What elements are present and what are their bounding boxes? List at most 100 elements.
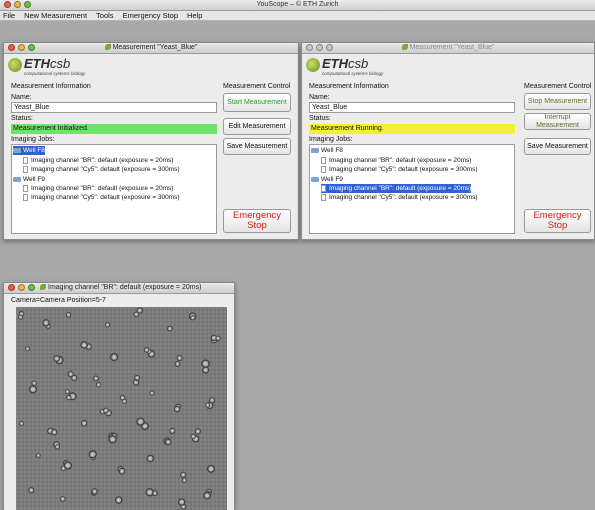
interrupt-measurement-button[interactable]: Interrupt Measurement [524,113,591,130]
logo-brand: ETHcsb [24,56,70,71]
yeast-cell [204,402,211,408]
name-field[interactable]: Yeast_Blue [11,102,217,113]
tree-well-f8[interactable]: Well F8 [311,146,343,155]
yeast-cell [42,319,50,327]
yeast-cell [31,380,37,387]
tree-job[interactable]: Imaging channel "BR": default (exposure … [321,156,471,165]
yeast-cell [25,346,31,352]
yeast-cell [206,464,216,474]
save-measurement-button[interactable]: Save Measurement [223,138,291,155]
job-label: Imaging channel "BR": default (exposure … [31,157,174,164]
job-label: Imaging channel "BR": default (exposure … [329,185,472,192]
well-label: Well F8 [23,147,45,154]
yeast-cell [109,352,119,362]
job-label: Imaging channel "Cy5": default (exposure… [31,166,180,173]
zoom-icon[interactable] [28,284,35,291]
tree-job[interactable]: Imaging channel "Cy5": default (exposure… [321,193,478,202]
yeast-cell [190,315,196,321]
yeast-cell [177,498,186,506]
yeast-cell [173,405,181,413]
yeast-cell [18,420,25,426]
menu-bar: File New Measurement Tools Emergency Sto… [0,11,595,21]
yeast-cell [164,438,172,446]
close-icon[interactable] [8,284,15,291]
yeast-cell [92,375,100,382]
start-measurement-button[interactable]: Start Measurement [223,93,291,112]
window-title-wrap: Measurement "Yeast_Blue" [302,44,594,51]
leaf-icon [40,284,46,290]
folder-icon [13,176,21,182]
tree-job[interactable]: Imaging channel "Cy5": default (exposure… [23,165,180,174]
yeast-cell [80,340,89,349]
file-icon [23,193,28,201]
menu-tools[interactable]: Tools [96,11,114,20]
logo-ball-icon [306,58,320,72]
yeast-cell [28,385,38,394]
window-title: Measurement "Yeast_Blue" [112,44,198,51]
name-label: Name: [11,94,32,101]
tree-job[interactable]: Imaging channel "BR": default (exposure … [23,156,173,165]
minimize-icon[interactable] [18,284,25,291]
yeast-cell [176,354,183,362]
menu-file[interactable]: File [3,11,15,20]
yeast-cell [174,360,181,367]
menu-emergency-stop[interactable]: Emergency Stop [123,11,178,20]
logo-brand-eth: ETH [24,56,50,71]
leaf-icon [104,44,111,51]
emergency-stop-button[interactable]: Emergency Stop [223,209,291,233]
logo-brand: ETHcsb [322,56,368,71]
camera-caption: Camera=Camera Position=5-7 [11,297,106,304]
save-measurement-button[interactable]: Save Measurement [524,138,591,155]
yeast-cell [143,346,150,353]
jobs-tree[interactable]: Well F8 Imaging channel "BR": default (e… [309,144,515,234]
yeast-cell [133,311,140,318]
app-title: YouScope – © ETH Zurich [256,1,339,8]
yeast-cell [80,419,88,427]
logo-ball-icon [8,58,22,72]
yeast-cell [59,495,66,502]
yeast-cell [121,398,128,405]
yeast-cell [102,407,109,414]
yeast-cell [65,312,72,318]
yeast-cell [118,467,126,475]
yeast-cell [181,477,188,483]
jobs-label: Imaging Jobs: [11,136,55,143]
yeast-cell [66,394,72,401]
camera-image [16,307,227,510]
job-label: Imaging channel "BR": default (exposure … [31,185,174,192]
yeast-cell [201,366,210,374]
file-icon [321,156,326,164]
menu-help[interactable]: Help [187,11,202,20]
menu-new-measurement[interactable]: New Measurement [24,11,87,20]
yeast-cell [145,487,154,497]
file-icon [23,156,28,164]
control-title: Measurement Control [524,83,592,90]
tree-job[interactable]: Imaging channel "Cy5": default (exposure… [321,165,478,174]
tree-well-f9[interactable]: Well F9 [13,175,45,184]
yeast-cell [67,370,74,378]
stop-measurement-button[interactable]: Stop Measurement [524,93,591,110]
yeast-cell [64,389,70,395]
window-titlebar: Imaging channel "BR": default (exposure … [4,283,234,294]
yeast-cell [190,433,197,440]
emergency-stop-button[interactable]: Emergency Stop [524,209,591,233]
microscopy-image [16,307,227,510]
control-title: Measurement Control [223,83,291,90]
leaf-icon [401,44,408,51]
jobs-tree[interactable]: Well F8 Imaging channel "BR": default (e… [11,144,217,234]
name-field[interactable]: Yeast_Blue [309,102,515,113]
tree-well-f8[interactable]: Well F8 [13,146,45,155]
window-title: Measurement "Yeast_Blue" [409,44,495,51]
tree-job[interactable]: Imaging channel "Cy5": default (exposure… [23,193,180,202]
edit-measurement-button[interactable]: Edit Measurement [223,118,291,135]
tree-job-selected[interactable]: Imaging channel "BR": default (exposure … [321,184,472,193]
yeast-cell [95,381,102,388]
file-icon [23,184,28,192]
status-label: Status: [11,115,33,122]
status-bar: Measurement Initialized. [11,124,217,134]
well-label: Well F9 [321,176,343,183]
yeast-cell [208,396,216,404]
yeast-cell [134,374,141,381]
tree-job[interactable]: Imaging channel "BR": default (exposure … [23,184,173,193]
tree-well-f9[interactable]: Well F9 [311,175,343,184]
